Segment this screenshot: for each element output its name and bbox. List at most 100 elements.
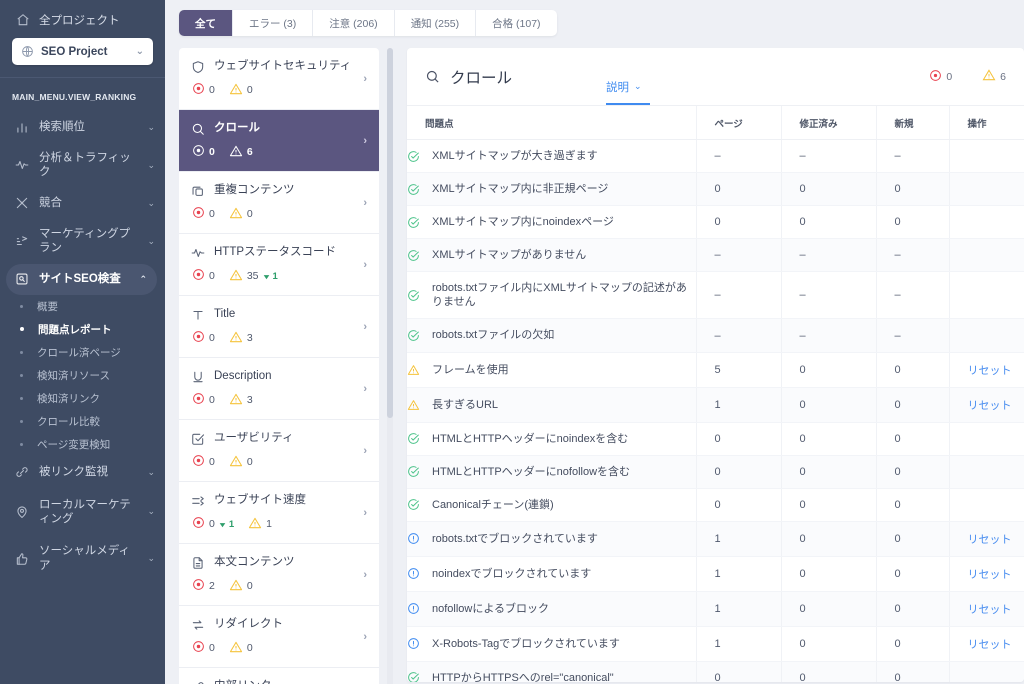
plan-icon (14, 234, 29, 249)
category-card-5[interactable]: Description 0 3 › (179, 358, 379, 420)
sidebar-subitem-2[interactable]: クロール済ページ (0, 341, 165, 364)
category-error-stat: 0 (192, 206, 215, 222)
table-row[interactable]: Canonicalチェーン(連鎖) 0 0 0 (407, 488, 1024, 522)
sidebar-subitem-3[interactable]: 検知済リソース (0, 364, 165, 387)
sidebar: 全プロジェクト SEO Project ⌄ MAIN_MENU.VIEW_RAN… (0, 0, 165, 684)
shield-icon (191, 60, 205, 74)
filter-tab-2[interactable]: 注意 (206) (313, 10, 395, 36)
chevron-right-icon[interactable]: › (357, 569, 367, 581)
sidebar-subitem-5[interactable]: クロール比較 (0, 410, 165, 433)
sidebar-subitem-1[interactable]: 問題点レポート (0, 318, 165, 341)
chevron-right-icon[interactable]: › (357, 445, 367, 457)
issue-name: 長すぎるURL (432, 398, 499, 411)
warning-count: 0 (246, 580, 253, 593)
reset-link[interactable]: リセット (968, 534, 1012, 546)
sidebar-item-3[interactable]: マーケティングプラン ⌄ (0, 219, 165, 264)
table-row[interactable]: 長すぎるURL 1 0 0 リセット (407, 387, 1024, 423)
warning-icon (229, 268, 243, 285)
category-card-7[interactable]: ウェブサイト速度 0 1 1 › (179, 482, 379, 544)
table-row[interactable]: フレームを使用 5 0 0 リセット (407, 352, 1024, 388)
filter-tab-3[interactable]: 通知 (255) (395, 10, 477, 36)
table-row[interactable]: nofollowによるブロック 1 0 0 リセット (407, 591, 1024, 627)
warning-icon (229, 82, 243, 99)
sidebar-item-0[interactable]: 検索順位 ⌄ (0, 112, 165, 143)
warning-count: 0 (246, 208, 253, 221)
table-row[interactable]: HTTPからHTTPSへのrel="canonical" 0 0 0 (407, 661, 1024, 682)
error-count: 0 (209, 456, 215, 469)
site-audit-icon (14, 272, 29, 287)
chevron-right-icon[interactable]: › (357, 631, 367, 643)
table-row[interactable]: XMLサイトマップが大き過ぎます – – – (407, 139, 1024, 174)
new-cell: 0 (875, 521, 949, 557)
fixed-cell: 0 (780, 626, 876, 662)
sidebar-item-2[interactable]: 競合 ⌄ (0, 188, 165, 219)
table-row[interactable]: XMLサイトマップ内にnoindexページ 0 0 0 (407, 205, 1024, 240)
table-row[interactable]: XMLサイトマップがありません – – – (407, 238, 1024, 273)
error-icon (192, 268, 205, 284)
category-scrollbar[interactable] (387, 48, 393, 684)
sidebar-bottom-item-1[interactable]: ローカルマーケティング ⌄ (0, 489, 165, 536)
sidebar-subitems: 概要 問題点レポート クロール済ページ検知済リソース検知済リンク クロール比較 ページ変… (0, 295, 165, 456)
table-row[interactable]: X-Robots-Tagでブロックされています 1 0 0 リセット (407, 626, 1024, 662)
sidebar-subitem-4[interactable]: 検知済リンク (0, 387, 165, 410)
competition-icon (14, 196, 29, 211)
category-card-3[interactable]: HTTPステータスコード 0 35 1 › (179, 234, 379, 296)
reset-link[interactable]: リセット (968, 639, 1012, 651)
table-row[interactable]: robots.txtファイルの欠如 – – – (407, 318, 1024, 353)
sidebar-bottom-item-0[interactable]: 被リンク監視 ⌄ (0, 456, 165, 489)
table-row[interactable]: robots.txtファイル内にXMLサイトマップの記述がありません – – – (407, 271, 1024, 320)
chevron-right-icon[interactable]: › (357, 73, 367, 85)
table-row[interactable]: HTMLとHTTPヘッダーにnoindexを含む 0 0 0 (407, 422, 1024, 456)
sidebar-item-1[interactable]: 分析＆トラフィック ⌄ (0, 143, 165, 188)
all-projects-link[interactable]: 全プロジェクト (12, 10, 153, 36)
warning-icon (229, 640, 243, 657)
new-cell: 0 (875, 387, 949, 423)
category-card-8[interactable]: 本文コンテンツ 2 0 › (179, 544, 379, 606)
reset-link[interactable]: リセット (968, 569, 1012, 581)
chevron-right-icon[interactable]: › (357, 135, 367, 147)
category-warning-stat: 3 (229, 330, 253, 347)
table-row[interactable]: XMLサイトマップ内に非正規ページ 0 0 0 (407, 172, 1024, 207)
fixed-cell: 0 (780, 422, 876, 456)
table-row[interactable]: HTMLとHTTPヘッダーにnofollowを含む 0 0 0 (407, 455, 1024, 489)
category-card-1[interactable]: クロール 0 6 › (179, 110, 379, 172)
category-card-4[interactable]: Title 0 3 › (179, 296, 379, 358)
thumbs-up-icon (14, 551, 29, 566)
chevron-right-icon[interactable]: › (357, 383, 367, 395)
sidebar-bottom-item-2[interactable]: ソーシャルメディア ⌄ (0, 535, 165, 582)
category-card-10[interactable]: 内部リンク16› (179, 668, 379, 684)
issue-name-cell: XMLサイトマップがありません (407, 238, 696, 273)
redirect-icon (191, 618, 205, 632)
chevron-right-icon[interactable]: › (357, 507, 367, 519)
filter-tab-0[interactable]: 全て (179, 10, 233, 36)
reset-link[interactable]: リセット (968, 365, 1012, 377)
chevron-right-icon[interactable]: › (357, 321, 367, 333)
project-selector[interactable]: SEO Project ⌄ (12, 38, 153, 65)
table-row[interactable]: noindexでブロックされています 1 0 0 リセット (407, 556, 1024, 592)
sidebar-item-label: 被リンク監視 (39, 465, 108, 478)
chevron-right-icon[interactable]: › (357, 197, 367, 209)
category-card-9[interactable]: リダイレクト 0 0 › (179, 606, 379, 668)
filter-tab-1[interactable]: エラー (3) (233, 10, 314, 36)
pass-status-icon (407, 671, 420, 682)
chevron-right-icon[interactable]: › (357, 259, 367, 271)
sidebar-subitem-0[interactable]: 概要 (0, 295, 165, 318)
error-count: 0 (209, 208, 215, 221)
action-cell (948, 205, 1024, 240)
reset-link[interactable]: リセット (968, 604, 1012, 616)
category-card-2[interactable]: 重複コンテンツ 0 0 › (179, 172, 379, 234)
error-count: 0 (209, 270, 215, 283)
table-row[interactable]: robots.txtでブロックされています 1 0 0 リセット (407, 521, 1024, 557)
warning-icon (229, 144, 243, 161)
sidebar-item-4[interactable]: サイトSEO検査 ⌃ (6, 263, 157, 295)
reset-link[interactable]: リセット (968, 400, 1012, 412)
filter-tab-4[interactable]: 合格 (107) (476, 10, 556, 36)
category-card-0[interactable]: ウェブサイトセキュリティ 0 0 › (179, 48, 379, 110)
issues-table-body: XMLサイトマップが大き過ぎます – – – XMLサイトマップ内に非正規ページ 0 0 0 X… (407, 139, 1024, 682)
sidebar-subitem-label: 検知済リソース (37, 369, 110, 382)
tab-description[interactable]: 説明 ⌄ (606, 48, 651, 105)
action-cell (948, 172, 1024, 207)
sidebar-subitem-6[interactable]: ページ変更検知 (0, 433, 165, 456)
category-scrollbar-thumb[interactable] (387, 48, 393, 418)
category-card-6[interactable]: ユーザビリティ 0 0 › (179, 420, 379, 482)
